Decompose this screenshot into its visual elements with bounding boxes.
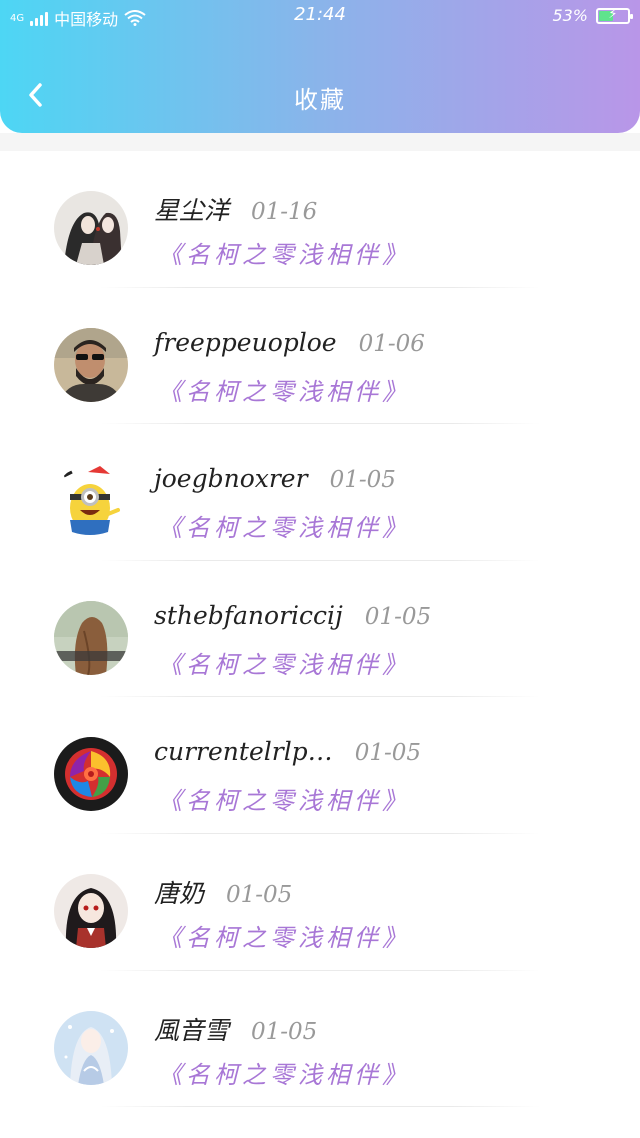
book-title[interactable]: 《名柯之零浅相伴》	[158, 918, 410, 953]
favorite-item[interactable]: currentelrlp… 01-05 《名柯之零浅相伴》	[0, 697, 640, 834]
favorite-date: 01-05	[251, 1018, 318, 1045]
favorite-item[interactable]: joegbnoxrer 01-05 《名柯之零浅相伴》	[0, 424, 640, 561]
favorite-item[interactable]: 星尘洋 01-16 《名柯之零浅相伴》	[0, 151, 640, 288]
user-name[interactable]: freeppeuoploe	[154, 328, 337, 357]
name-line: 風音雪 01-05	[154, 1011, 317, 1047]
avatar[interactable]	[54, 191, 128, 265]
name-line: sthebfanoriccij 01-05	[154, 601, 431, 630]
favorite-date: 01-05	[364, 603, 432, 630]
favorite-date: 01-05	[329, 467, 396, 494]
favorite-date: 01-16	[251, 199, 318, 225]
avatar[interactable]	[54, 464, 128, 539]
book-title[interactable]: 《名柯之零浅相伴》	[158, 508, 410, 543]
status-time: 21:44	[294, 4, 346, 25]
user-name[interactable]: currentelrlp…	[154, 737, 333, 766]
user-name[interactable]: 星尘洋	[154, 191, 229, 227]
favorite-date: 01-06	[358, 330, 425, 357]
name-line: 星尘洋 01-16	[154, 191, 317, 227]
favorite-item[interactable]: 唐奶 01-05 《名柯之零浅相伴》	[0, 834, 640, 971]
user-name[interactable]: joegbnoxrer	[154, 464, 308, 493]
avatar[interactable]	[54, 737, 128, 812]
user-name[interactable]: 唐奶	[154, 874, 204, 910]
avatar[interactable]	[54, 1010, 128, 1085]
divider	[100, 1106, 540, 1108]
book-title[interactable]: 《名柯之零浅相伴》	[158, 645, 410, 680]
user-name[interactable]: 風音雪	[154, 1011, 229, 1047]
favorite-date: 01-05	[226, 881, 293, 908]
favorite-item[interactable]: freeppeuoploe 01-06 《名柯之零浅相伴》	[0, 288, 640, 425]
book-title[interactable]: 《名柯之零浅相伴》	[158, 1055, 410, 1090]
favorites-list: 星尘洋 01-16 《名柯之零浅相伴》 freeppeuoploe 01-06 …	[0, 151, 640, 1108]
charging-icon: ⚡	[608, 6, 618, 22]
book-title[interactable]: 《名柯之零浅相伴》	[158, 235, 410, 270]
header-spacer	[0, 133, 640, 151]
page-title: 收藏	[294, 86, 346, 114]
book-title[interactable]: 《名柯之零浅相伴》	[158, 372, 410, 407]
name-line: currentelrlp… 01-05	[154, 737, 421, 766]
name-line: freeppeuoploe 01-06	[154, 328, 425, 357]
avatar[interactable]	[54, 873, 128, 948]
book-title[interactable]: 《名柯之零浅相伴》	[158, 781, 410, 816]
name-line: joegbnoxrer 01-05	[154, 464, 396, 493]
avatar[interactable]	[54, 327, 128, 402]
avatar[interactable]	[54, 600, 128, 675]
header-bar: 4G 中国移动 21:44 53% ⚡ 收藏	[0, 0, 640, 133]
favorite-item[interactable]: 風音雪 01-05 《名柯之零浅相伴》	[0, 971, 640, 1108]
status-right: 53% ⚡	[552, 6, 633, 25]
battery-percent: 53%	[552, 6, 588, 25]
favorite-date: 01-05	[354, 740, 421, 767]
user-name[interactable]: sthebfanoriccij	[154, 601, 343, 630]
name-line: 唐奶 01-05	[154, 874, 292, 910]
favorite-item[interactable]: sthebfanoriccij 01-05 《名柯之零浅相伴》	[0, 561, 640, 698]
status-bar: 4G 中国移动 21:44 53% ⚡	[0, 0, 640, 32]
battery-icon: ⚡	[596, 6, 633, 24]
